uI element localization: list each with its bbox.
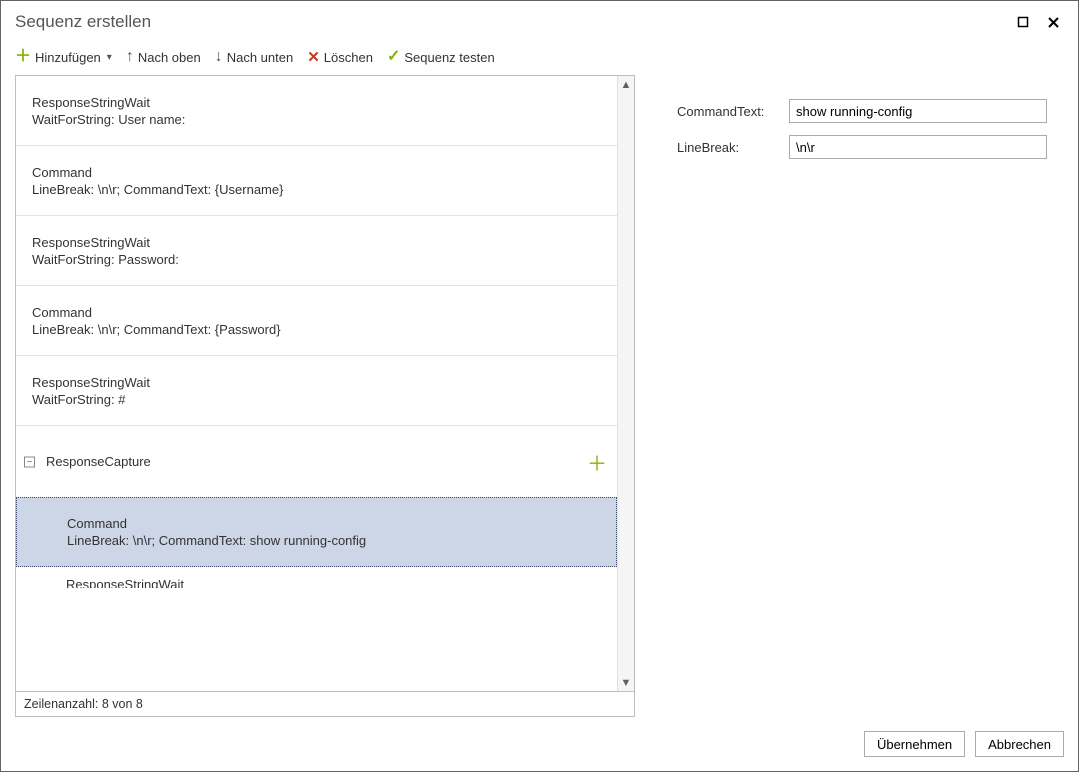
dialog-footer: Übernehmen Abbrechen: [1, 717, 1078, 771]
list-group-title: ResponseCapture: [46, 454, 601, 469]
scroll-down-icon[interactable]: ▼: [618, 674, 634, 691]
move-up-label: Nach oben: [138, 50, 201, 65]
dropdown-caret-icon: ▾: [107, 52, 112, 63]
list-item[interactable]: ResponseStringWait WaitForString: Passwo…: [16, 216, 617, 286]
maximize-icon: [1017, 16, 1029, 28]
move-down-label: Nach unten: [227, 50, 294, 65]
arrow-up-icon: ↑: [126, 49, 134, 65]
list-item-title: Command: [67, 516, 600, 531]
scroll-up-icon[interactable]: ▲: [618, 76, 634, 93]
x-icon: ✕: [307, 50, 320, 65]
sequence-list: ResponseStringWait WaitForString: User n…: [15, 75, 635, 717]
delete-label: Löschen: [324, 50, 373, 65]
list-item[interactable]: ResponseStringWait: [16, 566, 617, 588]
group-add-icon[interactable]: ＋: [587, 447, 607, 476]
list-item[interactable]: Command LineBreak: \n\r; CommandText: {P…: [16, 286, 617, 356]
list-item-detail: WaitForString: User name:: [32, 112, 601, 127]
list-item[interactable]: Command LineBreak: \n\r; CommandText: {U…: [16, 146, 617, 216]
move-down-button[interactable]: ↓ Nach unten: [215, 49, 294, 65]
list-item-selected[interactable]: Command LineBreak: \n\r; CommandText: sh…: [16, 497, 617, 567]
maximize-button[interactable]: [1012, 11, 1034, 33]
list-scroll-area: ResponseStringWait WaitForString: User n…: [16, 76, 634, 691]
list-item-detail: LineBreak: \n\r; CommandText: show runni…: [67, 533, 600, 548]
test-sequence-button[interactable]: ✓ Sequenz testen: [387, 49, 495, 65]
dialog-window: Sequenz erstellen ＋ Hinzufügen ▾ ↑ Nach …: [0, 0, 1079, 772]
list-body: ResponseStringWait WaitForString: User n…: [16, 76, 617, 691]
list-status-bar: Zeilenanzahl: 8 von 8: [16, 691, 634, 716]
list-item-title: ResponseStringWait: [32, 235, 601, 250]
delete-button[interactable]: ✕ Löschen: [307, 50, 373, 65]
vertical-scrollbar[interactable]: ▲ ▼: [617, 76, 634, 691]
add-label: Hinzufügen: [35, 50, 101, 65]
commandtext-input[interactable]: [789, 99, 1047, 123]
commandtext-row: CommandText:: [677, 99, 1047, 123]
list-item-title: Command: [32, 165, 601, 180]
linebreak-row: LineBreak:: [677, 135, 1047, 159]
list-group[interactable]: − ResponseCapture ＋: [16, 426, 617, 498]
list-item-detail: LineBreak: \n\r; CommandText: {Password}: [32, 322, 601, 337]
list-item[interactable]: ResponseStringWait WaitForString: User n…: [16, 76, 617, 146]
dialog-title: Sequenz erstellen: [15, 12, 1004, 32]
titlebar: Sequenz erstellen: [1, 1, 1078, 43]
list-item-detail: WaitForString: Password:: [32, 252, 601, 267]
content-area: ResponseStringWait WaitForString: User n…: [1, 75, 1078, 717]
close-icon: [1047, 16, 1060, 29]
list-item[interactable]: ResponseStringWait WaitForString: #: [16, 356, 617, 426]
list-item-title: ResponseStringWait: [32, 95, 601, 110]
cancel-button[interactable]: Abbrechen: [975, 731, 1064, 757]
toolbar: ＋ Hinzufügen ▾ ↑ Nach oben ↓ Nach unten …: [1, 43, 1078, 75]
add-button[interactable]: ＋ Hinzufügen ▾: [15, 49, 112, 65]
commandtext-label: CommandText:: [677, 104, 777, 119]
list-item-title: Command: [32, 305, 601, 320]
check-icon: ✓: [387, 49, 400, 65]
arrow-down-icon: ↓: [215, 49, 223, 65]
properties-panel: CommandText: LineBreak:: [677, 75, 1047, 717]
plus-icon: ＋: [15, 49, 31, 65]
move-up-button[interactable]: ↑ Nach oben: [126, 49, 201, 65]
close-window-button[interactable]: [1042, 11, 1064, 33]
linebreak-input[interactable]: [789, 135, 1047, 159]
test-label: Sequenz testen: [404, 50, 494, 65]
collapse-toggle-icon[interactable]: −: [24, 456, 35, 467]
linebreak-label: LineBreak:: [677, 140, 777, 155]
list-item-title: ResponseStringWait: [32, 375, 601, 390]
list-item-title: ResponseStringWait: [66, 577, 601, 589]
apply-button[interactable]: Übernehmen: [864, 731, 965, 757]
list-item-detail: LineBreak: \n\r; CommandText: {Username}: [32, 182, 601, 197]
list-item-detail: WaitForString: #: [32, 392, 601, 407]
